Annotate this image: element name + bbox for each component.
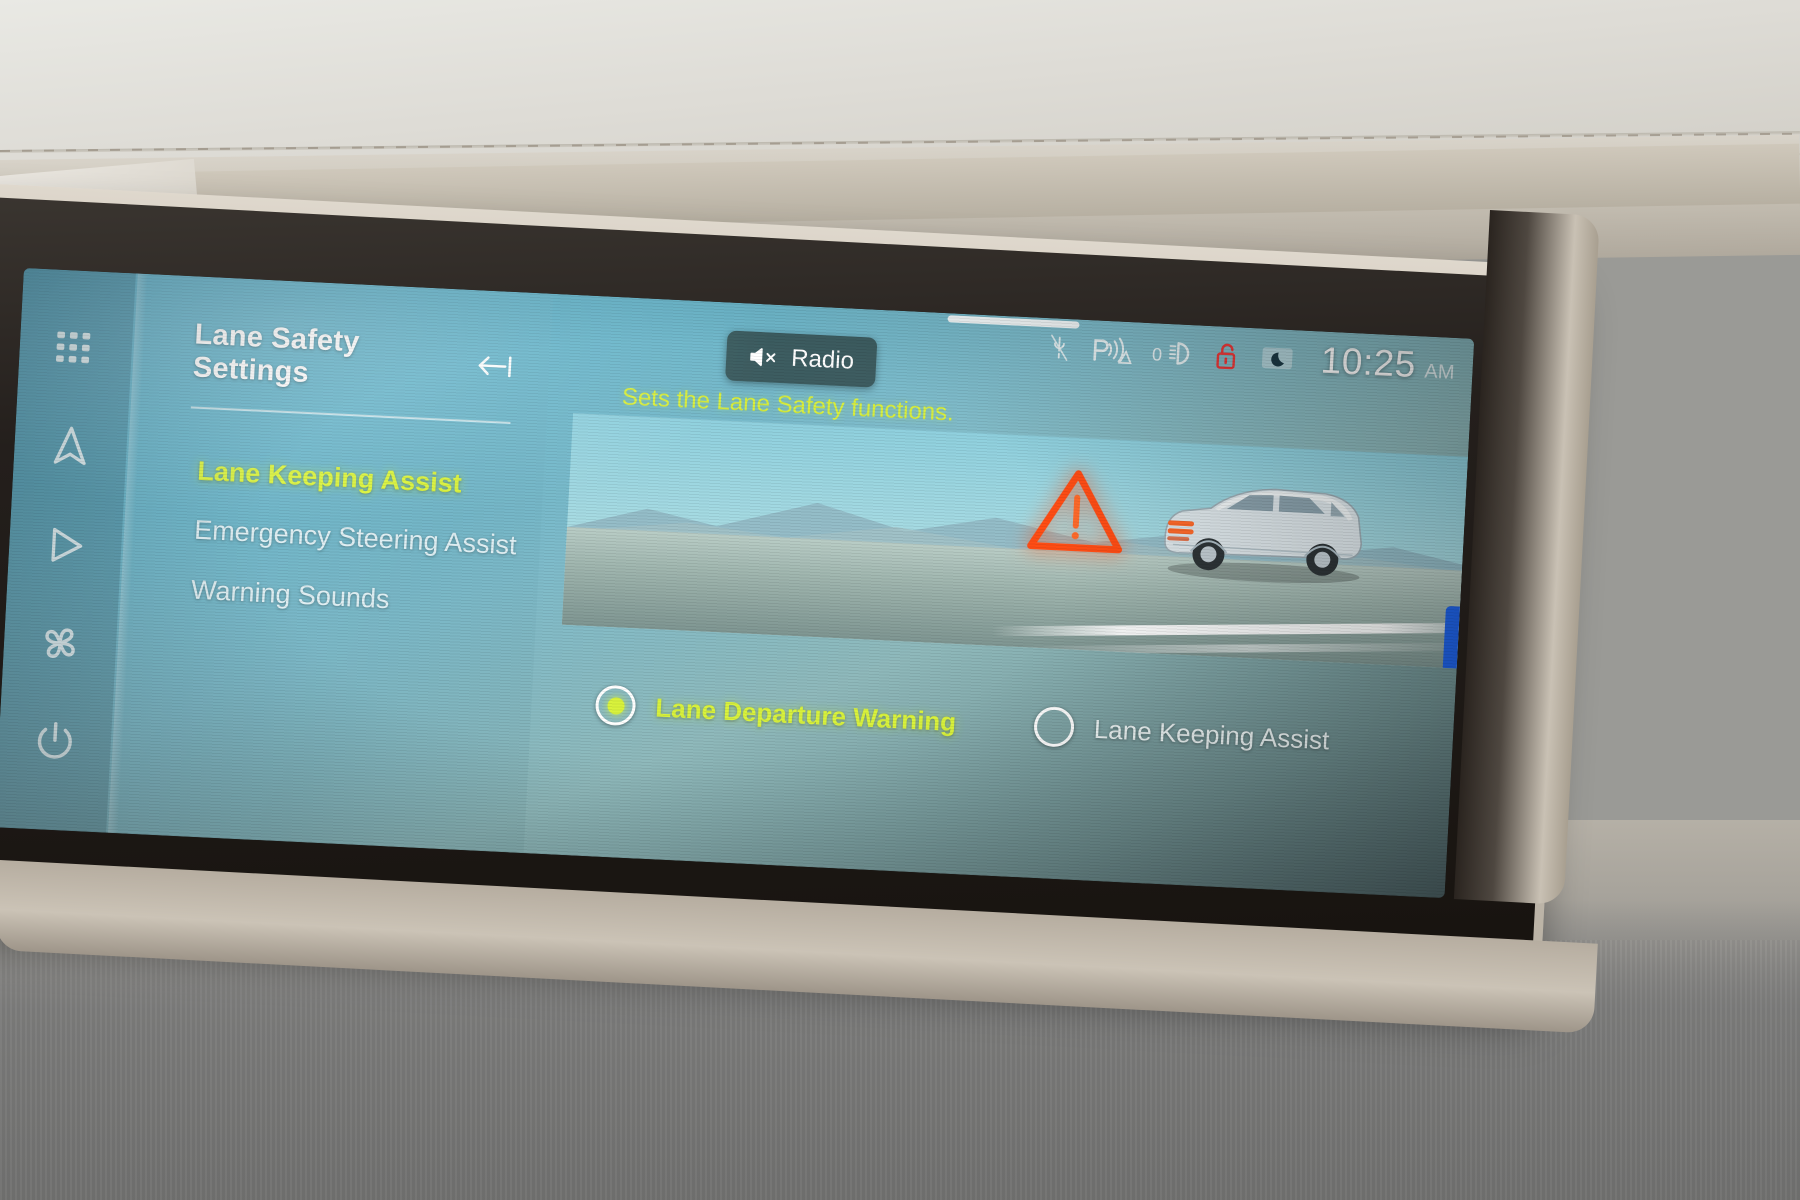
- status-clock: 10:25 AM: [1320, 339, 1456, 387]
- radio-button-selected[interactable]: [594, 684, 637, 727]
- menu-item-warning-sounds[interactable]: Warning Sounds: [190, 574, 515, 623]
- mute-microphone-icon: [1048, 332, 1072, 363]
- dashboard-photo-scene: Lane Safety Settings Lane Keeping Assist…: [0, 0, 1800, 1200]
- menu-item-lane-keeping-assist[interactable]: Lane Keeping Assist: [197, 455, 522, 504]
- settings-menu-panel: Lane Safety Settings Lane Keeping Assist…: [103, 273, 554, 896]
- media-source-chip[interactable]: Radio: [725, 330, 878, 388]
- warning-triangle-icon: [1026, 465, 1126, 556]
- door-unlocked-icon: [1214, 340, 1242, 371]
- option-lane-keeping-assist[interactable]: Lane Keeping Assist: [1032, 705, 1331, 760]
- svg-text:0: 0: [1152, 344, 1163, 364]
- parking-sensor-icon: [1090, 334, 1134, 366]
- lane-departure-warning-illustration: [561, 412, 1469, 669]
- back-arrow-icon[interactable]: [476, 350, 517, 382]
- clock-meridiem: AM: [1423, 360, 1456, 384]
- page-title: Lane Safety Settings: [192, 318, 361, 390]
- option-label-lane-keeping-assist: Lane Keeping Assist: [1093, 713, 1331, 755]
- navigation-icon[interactable]: [46, 423, 94, 471]
- power-icon[interactable]: [31, 717, 79, 765]
- apps-grid-icon[interactable]: [52, 326, 100, 374]
- option-lane-departure-warning[interactable]: Lane Departure Warning: [594, 684, 958, 742]
- mute-speaker-icon: [748, 345, 779, 370]
- lane-mode-options: Lane Departure Warning Lane Keeping Assi…: [594, 684, 1331, 760]
- menu-header: Lane Safety Settings: [130, 315, 551, 401]
- menu-item-emergency-steering-assist[interactable]: Emergency Steering Assist: [193, 514, 518, 563]
- clock-time: 10:25: [1319, 339, 1417, 386]
- infotainment-screen[interactable]: Lane Safety Settings Lane Keeping Assist…: [0, 268, 1475, 899]
- suv-vehicle-graphic: [1145, 463, 1381, 592]
- menu-list: Lane Keeping Assist Emergency Steering A…: [118, 451, 544, 624]
- status-bar: 0 10:25 AM: [1047, 326, 1455, 388]
- option-label-lane-departure-warning: Lane Departure Warning: [654, 691, 957, 737]
- media-play-icon[interactable]: [41, 521, 89, 569]
- auto-headlight-icon: 0: [1152, 337, 1196, 369]
- content-pane: Radio Sets the Lane Safety functions. La…: [524, 294, 1475, 898]
- screen-surface: Lane Safety Settings Lane Keeping Assist…: [0, 268, 1475, 899]
- night-mode-icon: [1259, 343, 1295, 375]
- radio-button-unselected[interactable]: [1032, 705, 1076, 748]
- climate-fan-icon[interactable]: [36, 619, 84, 667]
- menu-divider: [190, 406, 511, 424]
- media-source-label: Radio: [790, 344, 855, 375]
